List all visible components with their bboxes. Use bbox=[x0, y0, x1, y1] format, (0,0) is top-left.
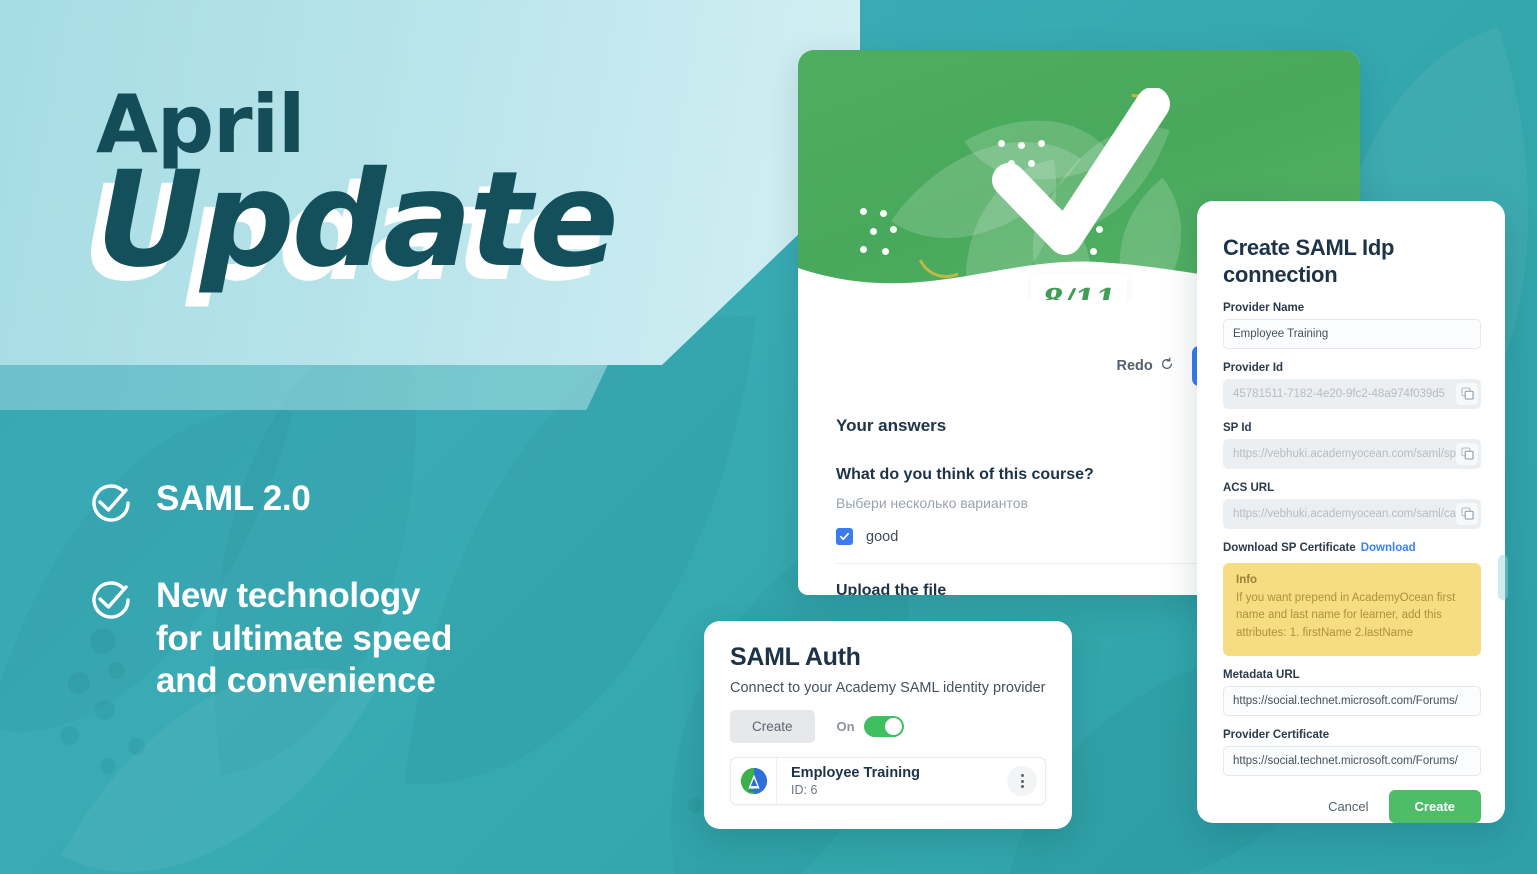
field-label-sp-id: SP Id bbox=[1223, 421, 1252, 434]
feature-list: SAML 2.0 New technology for ultimate spe… bbox=[88, 478, 452, 747]
dot-shape bbox=[60, 726, 79, 745]
feature-label: New technology for ultimate speed and co… bbox=[156, 576, 453, 701]
saml-auth-toggle[interactable] bbox=[863, 716, 904, 737]
copy-icon[interactable] bbox=[1456, 502, 1478, 525]
create-button[interactable]: Create bbox=[1388, 790, 1481, 824]
provider-meta: Employee Training ID: 6 bbox=[777, 765, 1007, 797]
copy-icon[interactable] bbox=[1456, 382, 1478, 405]
metadata-url-input[interactable]: https://social.technet.microsoft.com/For… bbox=[1223, 686, 1481, 717]
score-value: 8/11 bbox=[1042, 282, 1116, 301]
provider-name-input[interactable]: Employee Training bbox=[1223, 318, 1481, 349]
provider-list-item[interactable]: Employee Training ID: 6 bbox=[730, 757, 1046, 805]
provider-name: Employee Training bbox=[791, 765, 920, 781]
dot-shape bbox=[68, 672, 90, 694]
feature-label: SAML 2.0 bbox=[156, 479, 311, 518]
field-label-acs-url: ACS URL bbox=[1223, 481, 1275, 494]
provider-id-label: ID: bbox=[791, 783, 807, 797]
redo-label: Redo bbox=[1116, 358, 1153, 374]
provider-id-value: 6 bbox=[810, 783, 818, 797]
dot-shape bbox=[688, 798, 703, 813]
download-sp-certificate-label: Download SP Certificate bbox=[1223, 541, 1356, 554]
hero-line-update: Update bbox=[96, 142, 619, 297]
field-label-provider-name: Provider Name bbox=[1223, 301, 1305, 314]
refresh-icon bbox=[1160, 357, 1174, 375]
sp-id-value: https://vebhuki.academyocean.com/saml/sp bbox=[1233, 447, 1456, 460]
provider-id-row: ID: 6 bbox=[791, 783, 993, 797]
redo-button[interactable]: Redo bbox=[1117, 357, 1174, 375]
score-badge: 8/11 bbox=[1031, 274, 1127, 300]
field-label-provider-id: Provider Id bbox=[1223, 361, 1284, 374]
info-heading: Info bbox=[1236, 573, 1258, 586]
download-link[interactable]: Download bbox=[1361, 542, 1416, 554]
info-callout: Info If you want prepend in AcademyOcean… bbox=[1223, 562, 1481, 657]
create-saml-idp-panel: Create SAML Idp connection Provider Name… bbox=[1197, 201, 1505, 824]
academyocean-logo-icon bbox=[731, 758, 777, 804]
panel-footer: Cancel Create bbox=[1223, 790, 1481, 824]
feature-item-technology: New technology for ultimate speed and co… bbox=[88, 575, 452, 703]
provider-id-input[interactable]: 45781511-7182-4e20-9fc2-48a974f039d5 bbox=[1223, 378, 1481, 409]
acs-url-input[interactable]: https://vebhuki.academyocean.com/saml/ca… bbox=[1223, 498, 1481, 529]
saml-auth-controls: Create On bbox=[730, 710, 1046, 743]
acs-url-value: https://vebhuki.academyocean.com/saml/ca… bbox=[1233, 507, 1456, 520]
download-sp-certificate-row: Download SP Certificate Download bbox=[1223, 542, 1481, 554]
cancel-button[interactable]: Cancel bbox=[1322, 791, 1374, 822]
copy-icon[interactable] bbox=[1456, 442, 1478, 465]
info-text: If you want prepend in AcademyOcean firs… bbox=[1236, 591, 1456, 640]
provider-id-value: 45781511-7182-4e20-9fc2-48a974f039d5 bbox=[1233, 387, 1446, 400]
check-circle-icon bbox=[88, 577, 134, 628]
promo-banner: April Update Update SAML 2.0 New technol… bbox=[0, 0, 1537, 874]
provider-name-value: Employee Training bbox=[1233, 327, 1329, 340]
saml-auth-card: SAML Auth Connect to your Academy SAML i… bbox=[704, 621, 1072, 829]
field-label-metadata-url: Metadata URL bbox=[1223, 669, 1300, 682]
field-label-provider-certificate: Provider Certificate bbox=[1223, 729, 1330, 742]
saml-auth-subtitle: Connect to your Academy SAML identity pr… bbox=[730, 680, 1046, 696]
checkbox-checked-icon[interactable] bbox=[836, 528, 853, 545]
panel-title: Create SAML Idp connection bbox=[1223, 235, 1395, 287]
create-connection-button[interactable]: Create bbox=[730, 710, 815, 743]
kebab-menu-icon[interactable] bbox=[1007, 766, 1037, 796]
provider-certificate-input[interactable]: https://social.technet.microsoft.com/For… bbox=[1223, 746, 1481, 777]
sp-id-input[interactable]: https://vebhuki.academyocean.com/saml/sp bbox=[1223, 438, 1481, 469]
dot-shape bbox=[100, 758, 116, 774]
edge-sliver bbox=[1498, 555, 1508, 600]
saml-auth-toggle-group[interactable]: On bbox=[837, 716, 904, 737]
saml-auth-title: SAML Auth bbox=[730, 643, 861, 671]
hero-heading: April Update Update bbox=[82, 85, 619, 300]
toggle-knob bbox=[884, 718, 902, 735]
check-circle-icon bbox=[88, 480, 134, 531]
metadata-url-value: https://social.technet.microsoft.com/For… bbox=[1233, 695, 1458, 708]
provider-certificate-value: https://social.technet.microsoft.com/For… bbox=[1233, 755, 1458, 768]
feature-item-saml: SAML 2.0 bbox=[88, 478, 452, 531]
answer-label: good bbox=[866, 528, 899, 545]
toggle-state-label: On bbox=[836, 719, 855, 734]
